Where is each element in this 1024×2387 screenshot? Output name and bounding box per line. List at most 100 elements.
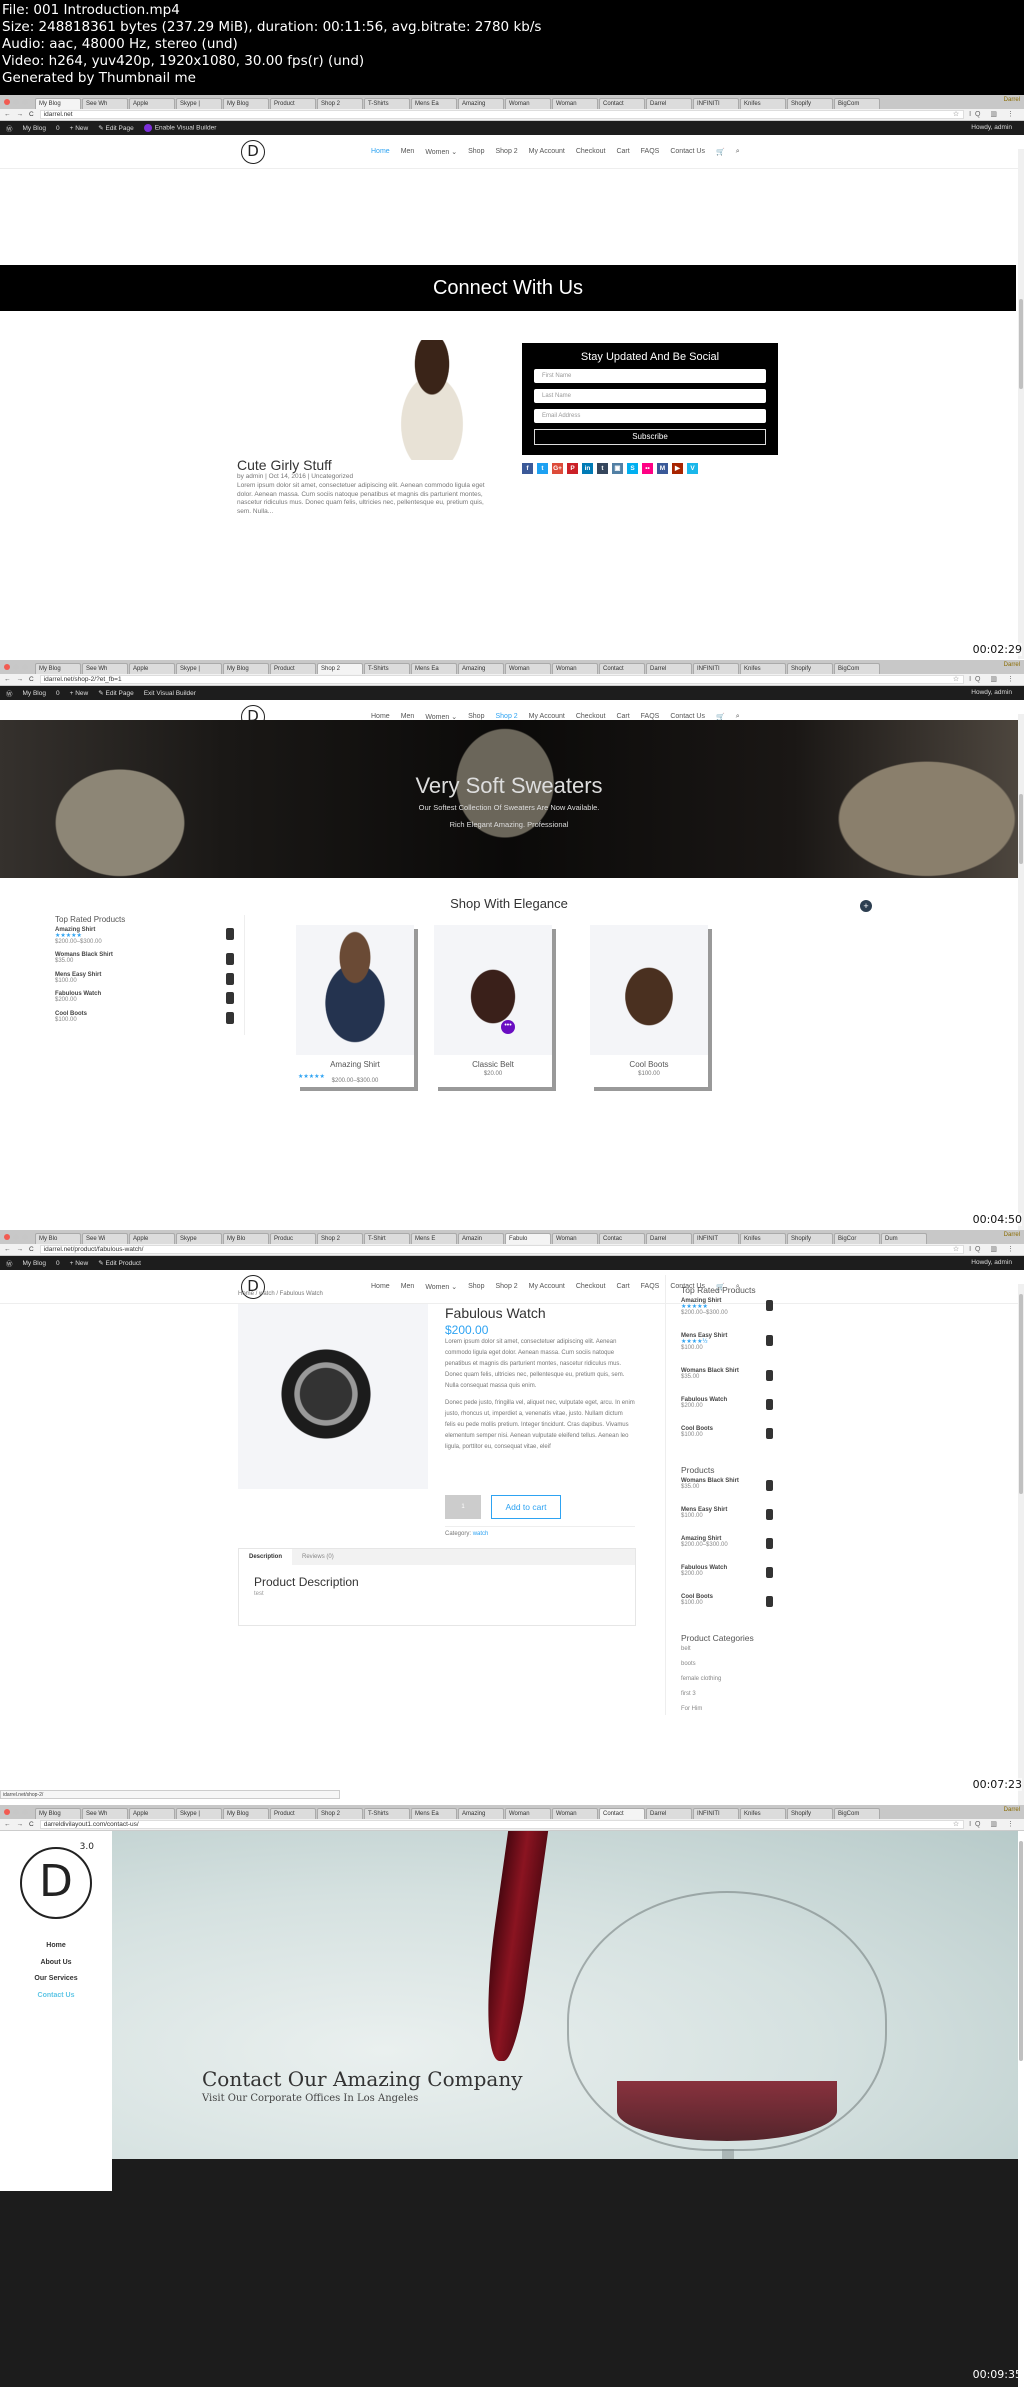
scrollbar[interactable]: [1018, 149, 1024, 659]
browser-tab[interactable]: Product: [270, 1808, 316, 1819]
back-icon[interactable]: ←: [4, 1246, 11, 1253]
browser-tab[interactable]: T-Shirt: [364, 1233, 410, 1244]
browser-tab[interactable]: INFINITI: [693, 98, 739, 109]
flickr-icon[interactable]: ••: [642, 463, 653, 474]
browser-tab[interactable]: Contac: [599, 1233, 645, 1244]
menu-our-services[interactable]: Our Services: [0, 1971, 112, 1988]
browser-tab[interactable]: BigCom: [834, 98, 880, 109]
post-featured-image[interactable]: [378, 340, 486, 460]
browser-tab[interactable]: Woman: [505, 663, 551, 674]
browser-tab[interactable]: Product: [270, 98, 316, 109]
product-thumbnail[interactable]: [226, 972, 234, 985]
wordpress-icon[interactable]: Ⓦ: [6, 1258, 13, 1268]
list-item[interactable]: Cool Boots $100.00: [681, 1594, 785, 1623]
reload-icon[interactable]: C: [29, 676, 34, 683]
close-window-icon[interactable]: [4, 99, 10, 105]
menu-item[interactable]: Shop 2: [495, 1283, 517, 1291]
category-link[interactable]: female clothing: [681, 1676, 785, 1691]
comments-count[interactable]: 0: [56, 1260, 60, 1267]
wp-edit-product-link[interactable]: ✎ Edit Product: [98, 1259, 141, 1267]
list-item[interactable]: Mens Easy Shirt $100.00: [55, 972, 244, 992]
browser-tab[interactable]: Skype |: [176, 1808, 222, 1819]
tumblr-icon[interactable]: t: [597, 463, 608, 474]
product-card[interactable]: Classic Belt $20.00: [434, 925, 552, 1087]
last-name-field[interactable]: Last Name: [534, 389, 766, 403]
menu-item[interactable]: Cart: [616, 148, 629, 156]
divi-logo[interactable]: D: [241, 140, 265, 164]
toolbar-icons[interactable]: ☆ IQ ▥ ⋮: [953, 675, 1018, 683]
menu-item[interactable]: Women ⌄: [425, 148, 457, 156]
product-thumbnail[interactable]: [766, 1428, 773, 1439]
menu-item[interactable]: Men: [401, 148, 415, 156]
browser-tab[interactable]: Contact: [599, 663, 645, 674]
menu-item[interactable]: Women ⌄: [425, 1283, 457, 1291]
toolbar-icons[interactable]: ☆ IQ ▥ ⋮: [953, 110, 1018, 118]
menu-item[interactable]: Shop 2: [495, 148, 517, 156]
reload-icon[interactable]: C: [29, 1246, 34, 1253]
browser-tab[interactable]: INFINITI: [693, 663, 739, 674]
browser-tab[interactable]: BigCom: [834, 663, 880, 674]
maximize-icon[interactable]: [22, 99, 28, 105]
menu-item[interactable]: Cart: [616, 1283, 629, 1291]
product-thumbnail[interactable]: [766, 1399, 773, 1410]
list-item[interactable]: Amazing Shirt ★★★★★ $200.00–$300.00: [55, 927, 244, 952]
comments-count[interactable]: 0: [56, 690, 60, 697]
url-input[interactable]: idarrel.net: [39, 110, 964, 119]
breadcrumb[interactable]: Home / watch / Fabulous Watch: [238, 1291, 323, 1297]
url-input[interactable]: darreldivilayout1.com/contact-us/: [39, 1820, 964, 1829]
product-thumbnail[interactable]: [226, 953, 234, 965]
browser-tab[interactable]: See Wh: [82, 98, 128, 109]
post-title[interactable]: Cute Girly Stuff: [237, 457, 332, 473]
menu-item[interactable]: Shop: [468, 148, 484, 156]
list-item[interactable]: Cool Boots $100.00: [55, 1011, 244, 1031]
list-item[interactable]: Amazing Shirt $200.00–$300.00: [681, 1536, 785, 1565]
wordpress-icon[interactable]: Ⓦ: [6, 123, 13, 133]
list-item[interactable]: Womans Black Shirt $35.00: [55, 952, 244, 972]
close-window-icon[interactable]: [4, 664, 10, 670]
browser-tab[interactable]: Skype |: [176, 663, 222, 674]
product-thumbnail[interactable]: [766, 1335, 773, 1346]
back-icon[interactable]: ←: [4, 111, 11, 118]
product-thumbnail[interactable]: [766, 1567, 773, 1578]
maximize-icon[interactable]: [22, 1809, 28, 1815]
browser-tab[interactable]: See Wi: [82, 1233, 128, 1244]
cart-icon[interactable]: 🛒: [716, 148, 725, 156]
menu-item[interactable]: FAQS: [641, 148, 660, 156]
reload-icon[interactable]: C: [29, 111, 34, 118]
browser-tab[interactable]: Apple: [129, 663, 175, 674]
email-field[interactable]: Email Address: [534, 409, 766, 423]
howdy-admin[interactable]: Howdy, admin: [971, 124, 1012, 131]
menu-contact-us[interactable]: Contact Us: [0, 1988, 112, 2005]
browser-tab[interactable]: Woman: [552, 98, 598, 109]
scrollbar[interactable]: [1018, 1831, 1024, 2387]
back-icon[interactable]: ←: [4, 676, 11, 683]
forward-icon[interactable]: →: [17, 1821, 24, 1828]
category-link[interactable]: watch: [473, 1531, 489, 1537]
browser-tab[interactable]: Product: [270, 663, 316, 674]
minimize-icon[interactable]: [13, 1809, 19, 1815]
browser-tab[interactable]: Contact: [599, 1808, 645, 1819]
browser-tab[interactable]: Apple: [129, 1233, 175, 1244]
category-link[interactable]: boots: [681, 1661, 785, 1676]
browser-user[interactable]: Darrel: [1004, 1807, 1020, 1813]
list-item[interactable]: Fabulous Watch $200.00: [55, 991, 244, 1011]
browser-tab[interactable]: Shopify: [787, 1808, 833, 1819]
minimize-icon[interactable]: [13, 664, 19, 670]
product-thumbnail[interactable]: [226, 928, 234, 940]
menu-item[interactable]: Contact Us: [670, 148, 705, 156]
list-item[interactable]: Fabulous Watch $200.00: [681, 1397, 785, 1426]
back-icon[interactable]: ←: [4, 1821, 11, 1828]
menu-item[interactable]: My Account: [529, 1283, 565, 1291]
list-item[interactable]: Fabulous Watch $200.00: [681, 1565, 785, 1594]
browser-tab[interactable]: Shopify: [787, 663, 833, 674]
reload-icon[interactable]: C: [29, 1821, 34, 1828]
linkedin-icon[interactable]: in: [582, 463, 593, 474]
menu-item[interactable]: Checkout: [576, 148, 606, 156]
tab-description[interactable]: Description: [239, 1549, 293, 1565]
wp-new-link[interactable]: + New: [70, 690, 89, 697]
maximize-icon[interactable]: [22, 1234, 28, 1240]
browser-tab[interactable]: Woman: [552, 663, 598, 674]
forward-icon[interactable]: →: [17, 676, 24, 683]
divi-logo[interactable]: D 3.0: [20, 1843, 94, 1919]
category-link[interactable]: belt: [681, 1646, 785, 1661]
